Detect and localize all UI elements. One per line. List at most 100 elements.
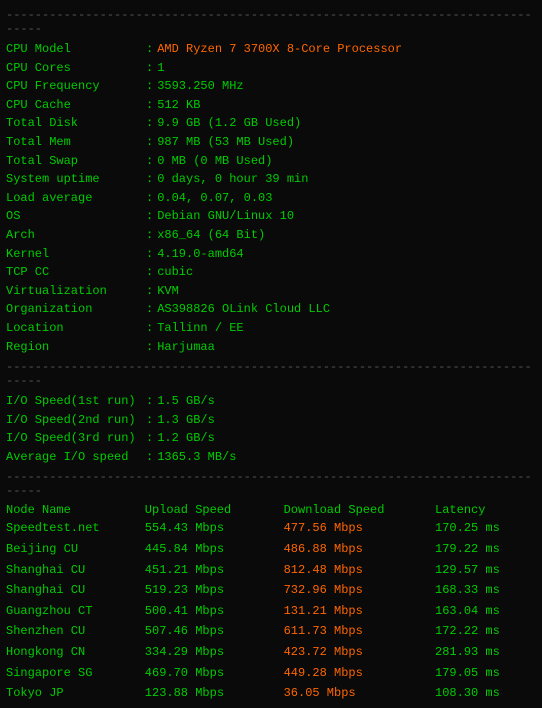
- io-sep: :: [146, 411, 153, 430]
- sysinfo-value: Harjumaa: [157, 338, 215, 357]
- sysinfo-label: TCP CC: [6, 263, 146, 282]
- io-section: I/O Speed(1st run): 1.5 GB/sI/O Speed(2n…: [6, 392, 536, 466]
- col-header-node: Node Name: [6, 502, 145, 518]
- upload-cell: 554.43 Mbps: [145, 518, 284, 539]
- sysinfo-value: 0 MB (0 MB Used): [157, 152, 272, 171]
- sysinfo-label: System uptime: [6, 170, 146, 189]
- node-name-cell: Shenzhen CU: [6, 621, 145, 642]
- sysinfo-label: Load average: [6, 189, 146, 208]
- sysinfo-row: Location: Tallinn / EE: [6, 319, 536, 338]
- node-name-cell: Guangzhou CT: [6, 601, 145, 622]
- sysinfo-row: CPU Cores: 1: [6, 59, 536, 78]
- sysinfo-label: CPU Model: [6, 40, 146, 59]
- sysinfo-row: CPU Frequency: 3593.250 MHz: [6, 77, 536, 96]
- download-cell: 812.48 Mbps: [284, 560, 435, 581]
- io-row: Average I/O speed: 1365.3 MB/s: [6, 448, 536, 467]
- sysinfo-label: Arch: [6, 226, 146, 245]
- io-row: I/O Speed(1st run): 1.5 GB/s: [6, 392, 536, 411]
- upload-cell: 123.88 Mbps: [145, 683, 284, 704]
- sysinfo-value: 3593.250 MHz: [157, 77, 243, 96]
- latency-cell: 108.30 ms: [435, 683, 536, 704]
- sysinfo-row: Total Mem: 987 MB (53 MB Used): [6, 133, 536, 152]
- table-row: Shanghai CU451.21 Mbps812.48 Mbps129.57 …: [6, 560, 536, 581]
- latency-cell: 281.93 ms: [435, 642, 536, 663]
- sysinfo-row: Region: Harjumaa: [6, 338, 536, 357]
- sysinfo-value: AMD Ryzen 7 3700X 8-Core Processor: [157, 40, 402, 59]
- sysinfo-row: Arch: x86_64 (64 Bit): [6, 226, 536, 245]
- sysinfo-label: Virtualization: [6, 282, 146, 301]
- table-row: Guangzhou CT500.41 Mbps131.21 Mbps163.04…: [6, 601, 536, 622]
- sysinfo-value: 1: [157, 59, 164, 78]
- sysinfo-value: 512 KB: [157, 96, 200, 115]
- sysinfo-value: 4.19.0-amd64: [157, 245, 243, 264]
- divider-mid1: ----------------------------------------…: [6, 360, 536, 388]
- sysinfo-value: 0 days, 0 hour 39 min: [157, 170, 308, 189]
- download-cell: 423.72 Mbps: [284, 642, 435, 663]
- divider-mid2: ----------------------------------------…: [6, 470, 536, 498]
- sysinfo-row: Total Disk: 9.9 GB (1.2 GB Used): [6, 114, 536, 133]
- node-name-cell: Speedtest.net: [6, 518, 145, 539]
- sysinfo-row: CPU Model: AMD Ryzen 7 3700X 8-Core Proc…: [6, 40, 536, 59]
- io-label: I/O Speed(1st run): [6, 392, 146, 411]
- upload-cell: 334.29 Mbps: [145, 642, 284, 663]
- sysinfo-sep: :: [146, 263, 153, 282]
- io-value: 1.5 GB/s: [157, 392, 215, 411]
- sysinfo-sep: :: [146, 245, 153, 264]
- sysinfo-value: 987 MB (53 MB Used): [157, 133, 294, 152]
- sysinfo-section: CPU Model: AMD Ryzen 7 3700X 8-Core Proc…: [6, 40, 536, 356]
- table-row: Shanghai CU519.23 Mbps732.96 Mbps168.33 …: [6, 580, 536, 601]
- sysinfo-label: Total Swap: [6, 152, 146, 171]
- upload-cell: 507.46 Mbps: [145, 621, 284, 642]
- table-row: Beijing CU445.84 Mbps486.88 Mbps179.22 m…: [6, 539, 536, 560]
- download-cell: 36.05 Mbps: [284, 683, 435, 704]
- sysinfo-label: Total Disk: [6, 114, 146, 133]
- upload-cell: 519.23 Mbps: [145, 580, 284, 601]
- io-label: Average I/O speed: [6, 448, 146, 467]
- sysinfo-sep: :: [146, 319, 153, 338]
- sysinfo-row: System uptime: 0 days, 0 hour 39 min: [6, 170, 536, 189]
- table-row: Shenzhen CU507.46 Mbps611.73 Mbps172.22 …: [6, 621, 536, 642]
- sysinfo-sep: :: [146, 133, 153, 152]
- sysinfo-value: Tallinn / EE: [157, 319, 243, 338]
- table-row: Tokyo JP123.88 Mbps36.05 Mbps108.30 ms: [6, 683, 536, 704]
- sysinfo-row: Virtualization: KVM: [6, 282, 536, 301]
- io-sep: :: [146, 392, 153, 411]
- download-cell: 477.56 Mbps: [284, 518, 435, 539]
- io-label: I/O Speed(2nd run): [6, 411, 146, 430]
- col-header-upload: Upload Speed: [145, 502, 284, 518]
- io-value: 1365.3 MB/s: [157, 448, 236, 467]
- sysinfo-label: CPU Cores: [6, 59, 146, 78]
- sysinfo-sep: :: [146, 96, 153, 115]
- sysinfo-row: Load average: 0.04, 0.07, 0.03: [6, 189, 536, 208]
- sysinfo-value: x86_64 (64 Bit): [157, 226, 265, 245]
- upload-cell: 445.84 Mbps: [145, 539, 284, 560]
- latency-cell: 179.22 ms: [435, 539, 536, 560]
- download-cell: 732.96 Mbps: [284, 580, 435, 601]
- col-header-download: Download Speed: [284, 502, 435, 518]
- sysinfo-label: Total Mem: [6, 133, 146, 152]
- latency-cell: 179.05 ms: [435, 663, 536, 684]
- io-sep: :: [146, 429, 153, 448]
- sysinfo-sep: :: [146, 114, 153, 133]
- sysinfo-sep: :: [146, 189, 153, 208]
- table-row: Speedtest.net554.43 Mbps477.56 Mbps170.2…: [6, 518, 536, 539]
- divider-top: ----------------------------------------…: [6, 8, 536, 36]
- sysinfo-label: OS: [6, 207, 146, 226]
- sysinfo-row: CPU Cache: 512 KB: [6, 96, 536, 115]
- sysinfo-label: Kernel: [6, 245, 146, 264]
- sysinfo-sep: :: [146, 40, 153, 59]
- node-name-cell: Hongkong CN: [6, 642, 145, 663]
- io-row: I/O Speed(2nd run): 1.3 GB/s: [6, 411, 536, 430]
- sysinfo-label: Organization: [6, 300, 146, 319]
- node-name-cell: Beijing CU: [6, 539, 145, 560]
- node-table: Node Name Upload Speed Download Speed La…: [6, 502, 536, 703]
- upload-cell: 469.70 Mbps: [145, 663, 284, 684]
- node-name-cell: Tokyo JP: [6, 683, 145, 704]
- sysinfo-row: Total Swap: 0 MB (0 MB Used): [6, 152, 536, 171]
- sysinfo-value: Debian GNU/Linux 10: [157, 207, 294, 226]
- col-header-latency: Latency: [435, 502, 536, 518]
- io-row: I/O Speed(3rd run): 1.2 GB/s: [6, 429, 536, 448]
- sysinfo-label: CPU Frequency: [6, 77, 146, 96]
- io-value: 1.3 GB/s: [157, 411, 215, 430]
- sysinfo-row: TCP CC: cubic: [6, 263, 536, 282]
